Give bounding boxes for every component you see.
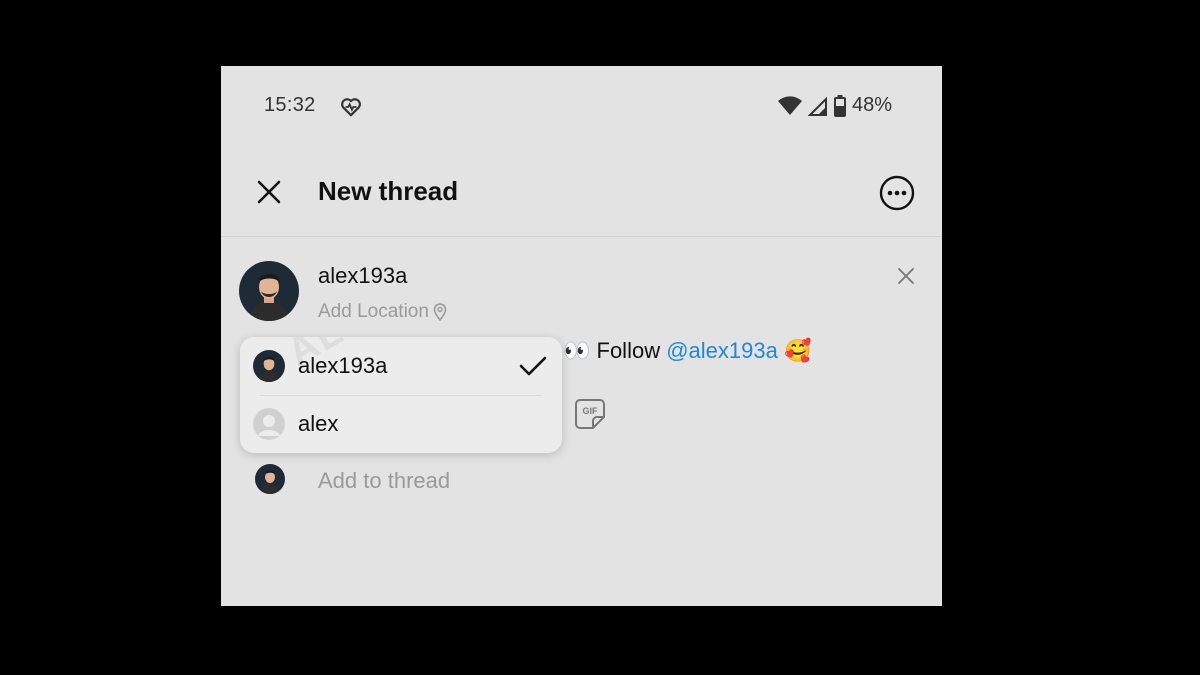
add-location-label: Add Location xyxy=(318,301,429,322)
account-switcher-dropdown: ALEX193A alex193a xyxy=(240,337,562,453)
gif-icon[interactable]: GIF xyxy=(573,397,607,431)
thread-avatar xyxy=(255,464,285,494)
page-title: New thread xyxy=(318,176,459,206)
battery-icon xyxy=(833,94,846,117)
avatar[interactable] xyxy=(239,261,299,321)
status-time: 15:32 xyxy=(264,94,316,116)
close-icon[interactable] xyxy=(255,178,283,206)
add-to-thread-input[interactable]: Add to thread xyxy=(318,468,450,494)
default-avatar-icon xyxy=(253,408,285,440)
checkmark-icon xyxy=(519,356,547,376)
account-option-alex193a[interactable]: alex193a xyxy=(240,337,562,395)
post-text-prefix: 👀 Follow xyxy=(563,338,667,363)
header-divider xyxy=(221,236,942,237)
cell-signal-icon xyxy=(807,96,827,116)
account-option-label: alex xyxy=(298,411,339,436)
heart-pulse-icon xyxy=(341,98,361,117)
more-options-icon[interactable] xyxy=(878,174,916,212)
battery-percentage: 48% xyxy=(851,94,892,116)
svg-text:GIF: GIF xyxy=(583,406,599,416)
avatar xyxy=(253,350,285,382)
profile-photo-icon xyxy=(239,261,299,321)
post-emoji: 🥰 xyxy=(783,338,812,363)
profile-photo-icon xyxy=(253,350,285,382)
status-right-group: 48% xyxy=(777,94,892,117)
composer-username: alex193a xyxy=(318,263,408,288)
phone-screen: 15:32 48% New thread alex193a Add Locati… xyxy=(221,66,942,606)
profile-photo-icon xyxy=(255,464,285,494)
remove-post-icon[interactable] xyxy=(896,266,916,286)
wifi-icon xyxy=(777,95,802,115)
account-option-alex[interactable]: alex xyxy=(240,395,562,453)
account-option-label: alex193a xyxy=(298,353,388,378)
add-location-button[interactable]: Add Location xyxy=(318,301,447,323)
post-text[interactable]: 👀 Follow @alex193a 🥰 xyxy=(563,338,811,364)
post-mention[interactable]: @alex193a xyxy=(666,338,778,363)
location-pin-icon xyxy=(433,303,447,321)
